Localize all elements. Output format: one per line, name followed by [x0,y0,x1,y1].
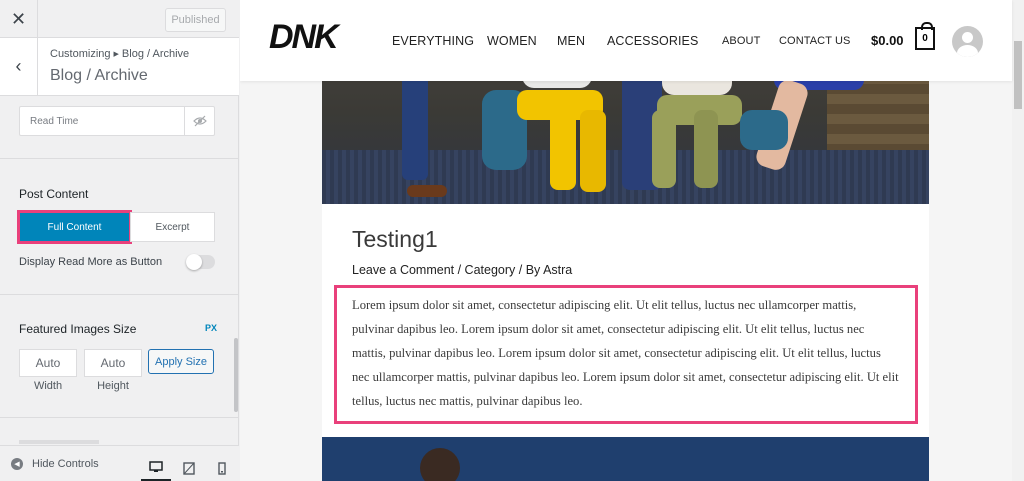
chair-shape [740,110,788,150]
nav-men[interactable]: MEN [557,34,585,48]
hide-controls-button[interactable]: ◀ Hide Controls [11,458,99,470]
next-post-image[interactable] [322,437,929,481]
collapse-arrow-icon: ◀ [11,458,23,470]
site-header: DNK EVERYTHING WOMEN MEN ACCESSORIES ABO… [240,0,1012,81]
divider [0,417,239,418]
cart-count: 0 [922,33,928,44]
toggle-knob [186,254,202,270]
shoe-shape [407,185,447,197]
site-logo[interactable]: DNK [269,18,339,57]
nav-women[interactable]: WOMEN [487,34,537,48]
featured-images-size-label: Featured Images Size [19,322,137,336]
read-more-toggle[interactable] [186,254,215,270]
full-content-option[interactable]: Full Content [17,210,132,244]
divider [0,158,239,159]
read-time-label: Read Time [30,116,79,127]
post-content-label: Post Content [19,187,89,201]
customizer-topbar: ✕ Published [0,0,239,38]
yellow-leg-shape [580,110,606,192]
post-content: Lorem ipsum dolor sit amet, consectetur … [352,298,899,409]
nav-everything[interactable]: EVERYTHING [392,34,474,48]
read-more-label: Display Read More as Button [19,256,163,268]
hide-controls-label: Hide Controls [32,458,99,470]
mobile-preview-icon[interactable] [207,454,237,481]
cart-total[interactable]: $0.00 [871,33,904,48]
width-input[interactable]: Auto [19,349,77,377]
yellow-leg-shape [550,110,576,190]
nav-contact[interactable]: CONTACT US [779,35,851,47]
breadcrumb: Customizing ▶ Blog / Archive [50,48,189,60]
site-preview: Testing1 Leave a Comment / Category / By… [240,0,1024,481]
account-avatar-icon[interactable] [952,26,983,57]
nav-accessories[interactable]: ACCESSORIES [607,34,698,48]
olive-leg-shape [652,110,676,188]
height-input[interactable]: Auto [84,349,142,377]
caret-right-icon: ▶ [113,51,119,58]
apply-size-button[interactable]: Apply Size [148,349,214,374]
hidden-eye-icon[interactable] [184,107,214,135]
unit-selector[interactable]: PX [205,323,217,333]
height-caption: Height [97,380,129,392]
close-icon[interactable]: ✕ [0,0,38,38]
back-chevron-icon[interactable]: ‹ [0,38,38,95]
cart-bag-icon[interactable]: 0 [915,22,935,50]
desktop-preview-icon[interactable] [141,454,171,481]
section-header: ‹ Customizing ▶ Blog / Archive Blog / Arch… [0,38,239,96]
read-time-item[interactable]: Read Time [19,106,215,136]
divider [0,294,239,295]
tablet-preview-icon[interactable] [174,454,204,481]
publish-button[interactable]: Published [165,8,226,32]
customizer-footer: ◀ Hide Controls [0,445,239,481]
scrollbar-thumb[interactable] [1014,41,1022,109]
preview-scrollbar[interactable] [1012,0,1024,481]
customizer-sidebar: ✕ Published ‹ Customizing ▶ Blog / Archive… [0,0,239,481]
olive-leg-shape [694,110,718,188]
person-legs-shape [402,70,428,180]
nav-about[interactable]: ABOUT [722,35,760,47]
person-head-shape [420,448,460,481]
width-caption: Width [33,380,63,392]
section-title: Blog / Archive [50,67,148,84]
breadcrumb-current: Blog / Archive [121,48,190,60]
next-section-hint [19,440,99,444]
post-meta[interactable]: Leave a Comment / Category / By Astra [352,263,572,277]
post-title[interactable]: Testing1 [352,226,438,253]
excerpt-option[interactable]: Excerpt [130,212,215,242]
sidebar-scrollbar[interactable] [234,338,238,412]
breadcrumb-root: Customizing [50,48,111,60]
